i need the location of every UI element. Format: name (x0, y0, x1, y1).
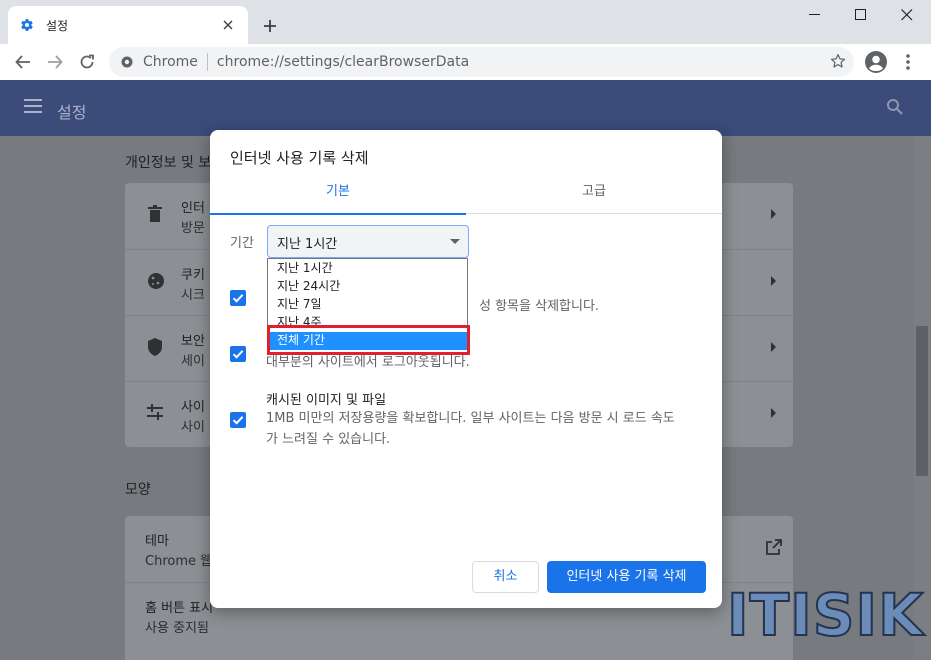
close-window-icon[interactable] (884, 0, 930, 30)
trash-icon (147, 205, 167, 225)
search-icon[interactable] (886, 98, 904, 120)
row-subtitle: 세이 (181, 354, 205, 369)
watermark-text: ITISIK (726, 580, 925, 650)
omnibox-origin: Chrome (143, 54, 198, 70)
back-arrow-icon[interactable] (9, 48, 37, 76)
checkbox-cache[interactable] (230, 412, 246, 428)
tab-advanced[interactable]: 고급 (466, 180, 722, 214)
row-title: 사이 (181, 400, 205, 415)
row-subtitle: Chrome 웹 (145, 554, 213, 569)
cookie-icon (147, 272, 167, 292)
address-bar[interactable]: Chrome chrome://settings/clearBrowserDat… (109, 47, 854, 77)
bookmark-star-icon[interactable] (830, 53, 846, 73)
maximize-icon[interactable] (838, 0, 884, 30)
scrollbar-thumb[interactable] (916, 326, 928, 476)
profile-avatar-icon[interactable] (862, 48, 890, 76)
settings-header: 설정 (0, 80, 931, 136)
period-option[interactable]: 지난 7일 (268, 296, 467, 314)
row-subtitle: 사용 중지됨 (145, 621, 209, 636)
chevron-right-icon (771, 408, 776, 418)
settings-title: 설정 (57, 103, 87, 122)
tab-basic[interactable]: 기본 (210, 180, 466, 215)
cancel-button[interactable]: 취소 (472, 561, 539, 593)
hamburger-menu-icon[interactable] (24, 98, 42, 117)
dropdown-caret-icon (450, 239, 460, 244)
cache-description-line2: 가 느려질 수 있습니다. (266, 432, 391, 447)
period-option-selected[interactable]: 전체 기간 (268, 332, 467, 350)
clear-data-button[interactable]: 인터넷 사용 기록 삭제 (547, 561, 706, 593)
cookies-description: 대부분의 사이트에서 로그아웃됩니다. (266, 355, 470, 370)
cache-title: 캐시된 이미지 및 파일 (266, 393, 387, 408)
row-title: 테마 (145, 534, 169, 549)
chevron-right-icon (771, 276, 776, 286)
more-menu-icon[interactable] (894, 48, 922, 76)
period-select[interactable]: 지난 1시간 (267, 225, 469, 258)
sliders-icon (147, 404, 167, 424)
shield-icon (147, 338, 167, 358)
row-subtitle: 사이 (181, 420, 205, 435)
period-value: 지난 1시간 (277, 237, 338, 252)
row-title: 인터 (181, 201, 205, 216)
row-title: 홈 버튼 표시 (145, 601, 214, 616)
omnibox-separator (206, 53, 208, 71)
checkbox-history[interactable] (230, 290, 246, 306)
row-title: 쿠키 (181, 268, 205, 283)
history-description: 성 항목을 삭제합니다. (479, 299, 600, 314)
new-tab-icon[interactable] (258, 14, 282, 38)
minimize-icon[interactable] (792, 0, 838, 30)
cache-description-line1: 1MB 미만의 저장용량을 확보합니다. 일부 사이트는 다음 방문 시 로드 … (266, 411, 675, 426)
chrome-site-icon (121, 53, 133, 72)
chevron-right-icon (771, 342, 776, 352)
settings-gear-icon (18, 16, 36, 34)
section-title-privacy: 개인정보 및 보 (125, 155, 212, 171)
open-external-icon[interactable] (766, 539, 782, 559)
reload-icon[interactable] (73, 48, 101, 76)
row-title: 보안 (181, 334, 205, 349)
forward-arrow-icon[interactable] (41, 48, 69, 76)
period-option[interactable]: 지난 24시간 (268, 278, 467, 296)
checkbox-cookies[interactable] (230, 346, 246, 362)
tab-strip: 설정 (0, 0, 931, 44)
browser-toolbar: Chrome chrome://settings/clearBrowserDat… (0, 44, 931, 80)
tab-title: 설정 (46, 18, 69, 33)
row-subtitle: 시크 (181, 288, 205, 303)
chevron-right-icon (771, 209, 776, 219)
period-option[interactable]: 지난 4주 (268, 314, 467, 332)
section-title-appearance: 모양 (125, 482, 151, 498)
settings-tab[interactable]: 설정 (8, 6, 248, 44)
row-subtitle: 방문 (181, 221, 205, 236)
omnibox-url: chrome://settings/clearBrowserData (216, 54, 470, 70)
period-option[interactable]: 지난 1시간 (268, 260, 467, 278)
period-label: 기간 (230, 236, 254, 251)
close-tab-icon[interactable] (218, 15, 238, 35)
dialog-title: 인터넷 사용 기록 삭제 (230, 149, 369, 167)
clear-browsing-data-dialog: 인터넷 사용 기록 삭제 기본 고급 기간 지난 1시간 지난 1시간 지난 2… (210, 130, 722, 608)
period-dropdown-list: 지난 1시간 지난 24시간 지난 7일 지난 4주 전체 기간 (267, 258, 468, 353)
dialog-tabs: 기본 고급 (210, 180, 722, 215)
